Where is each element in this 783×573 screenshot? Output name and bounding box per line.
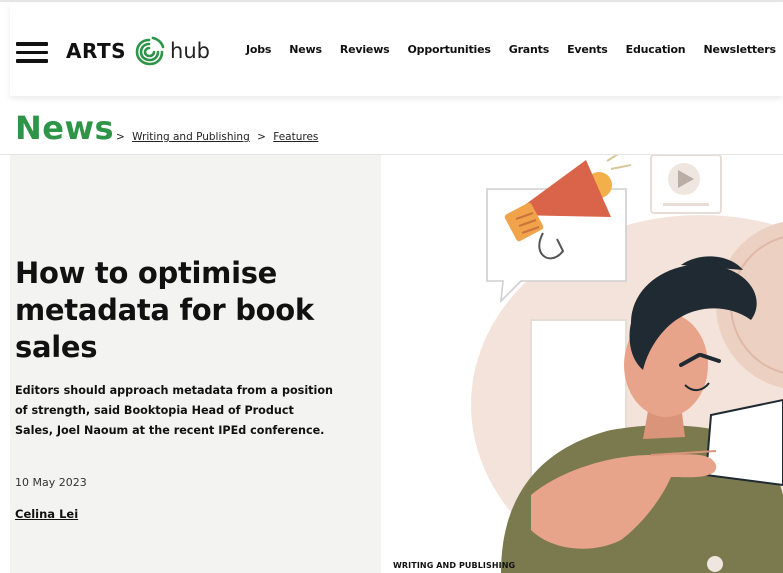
breadcrumb: > Writing and Publishing > Features <box>112 131 318 143</box>
play-button-icon <box>650 155 722 214</box>
section-title[interactable]: News <box>15 109 114 147</box>
breadcrumb-writing-and-publishing[interactable]: Writing and Publishing <box>132 131 250 143</box>
illustration-category-label: WRITING AND PUBLISHING <box>393 561 516 570</box>
breadcrumb-separator: > <box>116 131 125 143</box>
nav-reviews[interactable]: Reviews <box>340 43 390 56</box>
artshub-logo[interactable]: ARTS hub <box>66 33 210 69</box>
main-nav: Jobs News Reviews Opportunities Grants E… <box>246 43 783 56</box>
hero-illustration[interactable] <box>381 155 783 573</box>
artshub-swirl-icon <box>135 36 165 66</box>
nav-opportunities[interactable]: Opportunities <box>408 43 491 56</box>
nav-news[interactable]: News <box>289 43 322 56</box>
breadcrumb-separator: > <box>257 131 266 143</box>
top-divider <box>0 0 783 2</box>
logo-text-hub: hub <box>170 39 210 63</box>
article-date: 10 May 2023 <box>15 476 87 489</box>
nav-newsletters[interactable]: Newsletters <box>703 43 776 56</box>
article-author-link[interactable]: Celina Lei <box>15 507 78 521</box>
menu-hamburger-icon[interactable] <box>16 42 48 63</box>
nav-grants[interactable]: Grants <box>509 43 550 56</box>
nav-events[interactable]: Events <box>567 43 608 56</box>
nav-jobs[interactable]: Jobs <box>246 43 271 56</box>
article-headline[interactable]: How to optimise metadata for book sales <box>15 255 345 366</box>
breadcrumb-features[interactable]: Features <box>273 131 318 143</box>
site-header: ARTS hub Jobs News Reviews Opportunities… <box>10 3 783 96</box>
article-standfirst: Editors should approach metadata from a … <box>15 384 333 437</box>
logo-text-arts: ARTS <box>66 39 127 63</box>
article-summary-panel: How to optimise metadata for book sales … <box>10 155 381 573</box>
section-bar: News > Writing and Publishing > Features <box>0 96 783 155</box>
nav-education[interactable]: Education <box>626 43 686 56</box>
illustration-woman-with-megaphone <box>471 155 783 573</box>
